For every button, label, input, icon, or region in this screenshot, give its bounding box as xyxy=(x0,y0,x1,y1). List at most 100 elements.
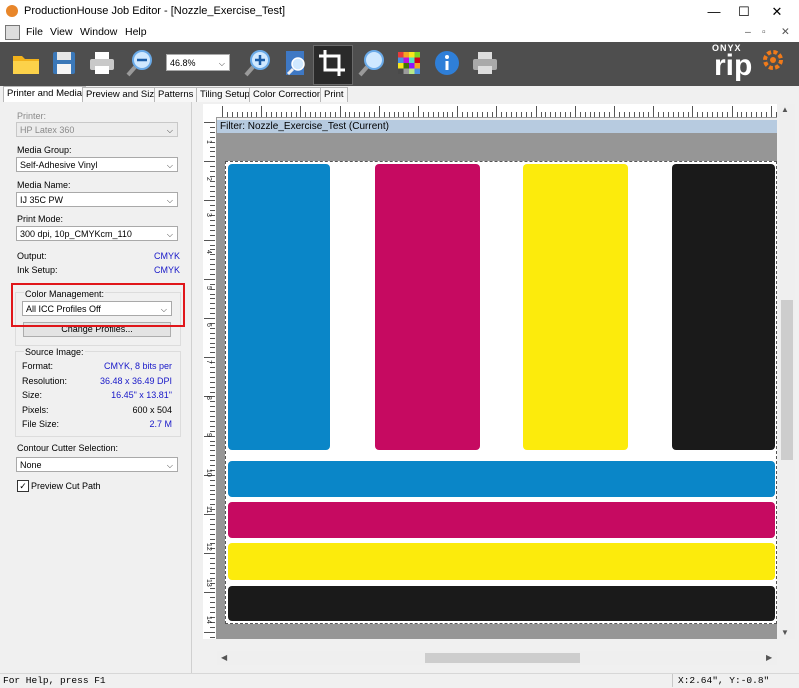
ruler-number: 8 xyxy=(205,396,212,401)
chevron-down-icon: ⌵ xyxy=(166,230,173,239)
resolution-label: Resolution: xyxy=(22,376,68,386)
tab-printer-and-media[interactable]: Printer and Media xyxy=(3,86,86,103)
menu-window[interactable]: Window xyxy=(80,26,117,38)
zoom-out-icon[interactable] xyxy=(124,47,156,79)
status-divider xyxy=(672,674,673,687)
zoom-in-icon[interactable] xyxy=(242,47,274,79)
status-help-text: For Help, press F1 xyxy=(3,675,106,686)
minimize-button[interactable]: — xyxy=(697,0,731,23)
ruler-number: 6 xyxy=(205,323,212,327)
ruler-number: 7 xyxy=(205,359,212,364)
cyan-horizontal-bar xyxy=(228,461,775,497)
printer-label: Printer: xyxy=(17,111,47,121)
print-mode-value: 300 dpi, 10p_CMYKcm_110 xyxy=(20,229,132,239)
ruler-number: 13 xyxy=(205,579,212,587)
magenta-vertical-bar xyxy=(375,164,480,450)
app-icon xyxy=(6,5,18,17)
scroll-right-icon[interactable]: ▶ xyxy=(766,653,772,662)
tab-preview-and-size[interactable]: Preview and Size xyxy=(82,87,164,102)
ruler-number: 3 xyxy=(205,213,212,218)
magenta-horizontal-bar xyxy=(228,502,775,538)
cyan-vertical-bar xyxy=(228,164,330,450)
chevron-down-icon: ⌵ xyxy=(218,59,225,68)
yellow-horizontal-bar xyxy=(228,543,775,580)
contour-cutter-value: None xyxy=(20,460,42,470)
ink-setup-label: Ink Setup: xyxy=(17,265,58,275)
maximize-button[interactable]: ☐ xyxy=(727,0,761,23)
print-mode-label: Print Mode: xyxy=(17,214,64,224)
ruler-number: 12 xyxy=(205,542,212,551)
color-grid-icon[interactable] xyxy=(393,47,425,79)
mdi-minimize-button[interactable]: – xyxy=(745,26,751,38)
black-horizontal-bar xyxy=(228,586,775,621)
ruler-number: 10 xyxy=(205,469,212,478)
window-title: ProductionHouse Job Editor - [Nozzle_Exe… xyxy=(24,5,286,17)
mdi-restore-button[interactable]: ▫ xyxy=(762,26,766,38)
save-disk-icon[interactable] xyxy=(48,47,80,79)
color-management-highlight xyxy=(11,283,185,327)
ruler-number: 1 xyxy=(205,140,212,144)
zoom-page-icon[interactable] xyxy=(280,47,312,79)
horizontal-scroll-thumb[interactable] xyxy=(425,653,580,663)
resolution-value: 36.48 x 36.49 DPI xyxy=(99,376,172,386)
chevron-down-icon: ⌵ xyxy=(166,196,173,205)
mdi-close-button[interactable]: ✕ xyxy=(781,26,790,38)
tab-tiling-setup[interactable]: Tiling Setup xyxy=(196,87,254,102)
ruler-number: 5 xyxy=(205,286,212,291)
ruler-number: 9 xyxy=(205,432,212,437)
crop-icon xyxy=(319,50,345,76)
menu-bar xyxy=(0,23,799,42)
horizontal-ruler xyxy=(203,104,777,118)
media-name-label: Media Name: xyxy=(17,180,71,190)
vertical-scroll-thumb[interactable] xyxy=(781,300,793,460)
media-group-value: Self-Adhesive Vinyl xyxy=(20,160,98,170)
print-queue-icon[interactable] xyxy=(469,47,501,79)
tab-patterns[interactable]: Patterns xyxy=(154,87,198,102)
pixels-value: 600 x 504 xyxy=(132,405,172,415)
filter-label: Filter: Nozzle_Exercise_Test (Current) xyxy=(220,121,389,132)
zoom-value: 46.8% xyxy=(170,58,196,68)
brand-gear-icon xyxy=(763,50,783,70)
media-group-label: Media Group: xyxy=(17,145,72,155)
ruler-number: 2 xyxy=(205,176,212,181)
ink-setup-value: CMYK xyxy=(154,265,181,275)
chevron-down-icon: ⌵ xyxy=(166,161,173,170)
size-label: Size: xyxy=(22,390,43,400)
output-value: CMYK xyxy=(154,251,181,261)
print-icon[interactable] xyxy=(86,47,118,79)
preview-cut-path-checkbox[interactable]: ✓ xyxy=(17,480,29,492)
ruler-number: 14 xyxy=(205,615,212,624)
menu-file[interactable]: File xyxy=(26,26,43,38)
scroll-up-icon[interactable]: ▲ xyxy=(781,105,789,114)
magnifier-icon[interactable] xyxy=(356,47,388,79)
status-coordinates: X:2.64", Y:-0.8" xyxy=(678,675,770,686)
scroll-left-icon[interactable]: ◀ xyxy=(221,653,227,662)
open-folder-icon[interactable] xyxy=(10,47,42,79)
menu-help[interactable]: Help xyxy=(125,26,147,38)
output-label: Output: xyxy=(17,251,47,261)
menu-view[interactable]: View xyxy=(50,26,73,38)
ruler-number: 11 xyxy=(205,506,212,514)
file-size-value: 2.7 M xyxy=(149,419,172,429)
preview-cut-path-label: Preview Cut Path xyxy=(31,481,101,491)
file-size-label: File Size: xyxy=(22,419,60,429)
media-name-select[interactable]: IJ 35C PW ⌵ xyxy=(16,192,178,207)
tab-color-correction[interactable]: Color Correction xyxy=(249,87,327,102)
contour-cutter-select[interactable]: None ⌵ xyxy=(16,457,178,472)
tab-print[interactable]: Print xyxy=(320,87,348,102)
format-label: Format: xyxy=(22,361,54,371)
brand-rip: rip xyxy=(714,49,753,82)
print-mode-select[interactable]: 300 dpi, 10p_CMYKcm_110 ⌵ xyxy=(16,226,178,241)
scroll-down-icon[interactable]: ▼ xyxy=(781,628,789,637)
close-button[interactable]: ✕ xyxy=(760,0,794,23)
media-group-select[interactable]: Self-Adhesive Vinyl ⌵ xyxy=(16,157,178,172)
zoom-combo[interactable]: 46.8% ⌵ xyxy=(166,54,230,71)
info-icon[interactable] xyxy=(431,47,463,79)
black-vertical-bar xyxy=(672,164,775,450)
document-icon[interactable] xyxy=(5,25,20,40)
chevron-down-icon: ⌵ xyxy=(166,461,173,470)
yellow-vertical-bar xyxy=(523,164,628,450)
contour-cutter-label: Contour Cutter Selection: xyxy=(17,443,119,453)
media-name-value: IJ 35C PW xyxy=(20,195,64,205)
size-value: 16.45" x 13.81" xyxy=(111,390,172,400)
